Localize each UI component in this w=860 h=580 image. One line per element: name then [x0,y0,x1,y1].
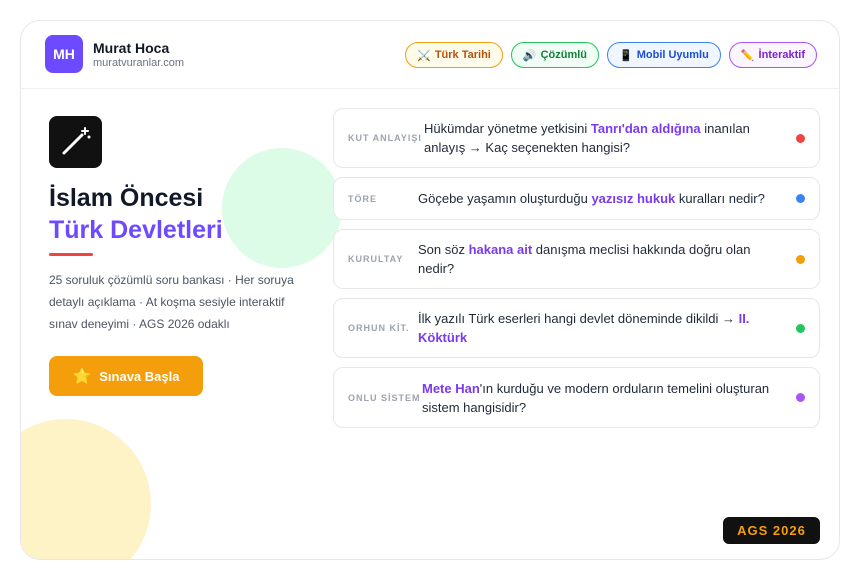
pill-0[interactable]: ⚔️ Türk Tarihi [405,42,503,68]
question-text-part: Son söz [418,242,469,257]
start-exam-label: Sınava Başla [99,368,180,384]
question-keyword: yazısız hukuk [591,191,676,206]
status-dot [796,323,805,333]
decorative-green-circle [222,148,342,268]
magic-wand-icon [49,116,102,168]
star-icon: ⭐ [72,368,92,385]
question-keyword: Mete Han [422,380,480,396]
question-tag: ONLU SİSTEM [348,392,421,403]
question-card[interactable]: ONLU SİSTEM Mete Han'ın kurduğu ve modern… [333,367,820,428]
question-tag: KUT ANLAYIŞI [348,133,422,143]
question-keyword: hakana ait [468,242,533,257]
status-dot [796,393,805,402]
question-text: Hükümdar yönetme yetkisini Tanrı'dan ald… [424,119,771,157]
question-tag: KURULTAY [348,254,404,264]
question-card[interactable]: KURULTAY Son söz hakana ait danışma mecli… [333,229,820,289]
question-text: İlk yazılı Türk eserleri hangi devlet dö… [418,309,771,347]
pill-label: Çözümlü [540,49,588,61]
pill-1[interactable]: 🔊 Çözümlü [510,42,600,68]
brand-name: Murat Hoca [93,40,170,56]
mobile-phone-icon: 📱 [619,49,633,62]
pill-label: Mobil Uyumlu [636,49,709,61]
status-dot [796,194,805,203]
brand-url[interactable]: muratvuranlar.com [93,57,184,69]
header: MH Murat Hoca muratvuranlar.com ⚔️ Türk T… [21,21,839,89]
main-card: MH Murat Hoca muratvuranlar.com ⚔️ Türk T… [20,20,840,560]
decorative-yellow-circle [21,419,151,559]
question-text-part: Hükümdar yönetme yetkisini [424,121,591,136]
question-card[interactable]: ORHUN KİT. İlk yazılı Türk eserleri hangi… [333,298,820,358]
question-text-part: kuralları nedir? [675,191,765,206]
question-card[interactable]: TÖRE Göçebe yaşamın oluşturduğu yazısız h… [333,177,820,220]
pill-2[interactable]: 📱 Mobil Uyumlu [607,42,721,68]
question-text: Göçebe yaşamın oluşturduğu yazısız hukuk… [418,189,771,208]
ags-badge: AGS 2026 [723,517,820,544]
question-keyword: Tanrı'dan aldığına [590,121,701,136]
status-dot [796,254,805,264]
crossed-swords-icon: ⚔️ [417,49,431,62]
pill-label: İnteraktif [758,49,805,61]
pencil-icon: ✏️ [740,49,755,62]
title-underline [49,253,93,256]
question-text: Son söz hakana ait danışma meclisi hakkı… [418,240,771,278]
status-dot [796,133,805,143]
feature-pills: ⚔️ Türk Tarihi 🔊 Çözümlü 📱 Mobil Uyumlu ✏️ İnte… [405,42,817,68]
start-exam-button[interactable]: ⭐ Sınava Başla [49,356,203,396]
question-text-part: İlk yazılı Türk eserleri hangi devlet dö… [418,311,739,326]
page-title-line2: Türk Devletleri [49,216,223,244]
page-title-line1: İslam Öncesi [49,184,204,212]
avatar: MH [45,35,83,73]
description: 25 soruluk çözümlü soru bankası · Her so… [49,273,294,331]
speaker-icon: 🔊 [522,49,537,62]
question-card[interactable]: KUT ANLAYIŞI Hükümdar yönetme yetkisini T… [333,108,820,168]
question-text-part: Göçebe yaşamın oluşturduğu [418,191,592,206]
pill-3[interactable]: ✏️ İnteraktif [728,42,817,68]
question-tag: ORHUN KİT. [348,323,410,333]
pill-label: Türk Tarihi [434,49,491,61]
question-text: Mete Han'ın kurduğu ve modern orduların … [422,379,771,417]
question-tag: TÖRE [348,193,378,204]
